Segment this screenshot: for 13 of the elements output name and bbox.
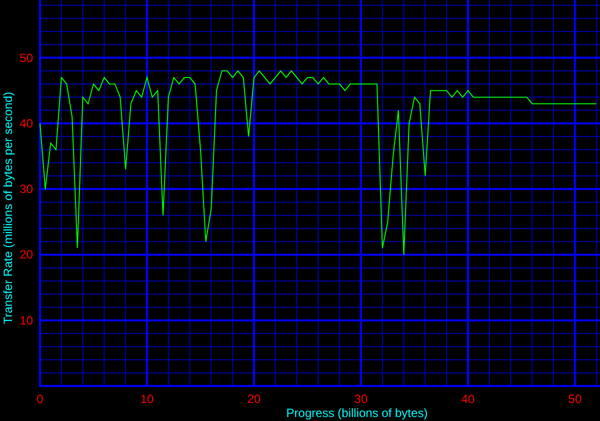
y-tick-label: 40 xyxy=(20,116,33,130)
y-axis-title: Transfer Rate (millions of bytes per second) xyxy=(1,92,15,324)
y-tick-label: 30 xyxy=(20,182,33,196)
y-tick-label: 20 xyxy=(20,248,33,262)
x-tick-label: 40 xyxy=(461,392,475,406)
y-tick-label: 10 xyxy=(20,313,33,328)
x-tick-label: 0 xyxy=(36,392,44,406)
x-axis-title: Progress (billions of bytes) xyxy=(286,406,428,420)
y-tick-label: 50 xyxy=(20,50,33,65)
x-tick-label: 30 xyxy=(354,392,368,406)
x-tick-label: 50 xyxy=(568,392,582,406)
x-tick-label: 20 xyxy=(247,392,261,406)
x-tick-label: 10 xyxy=(140,392,154,406)
